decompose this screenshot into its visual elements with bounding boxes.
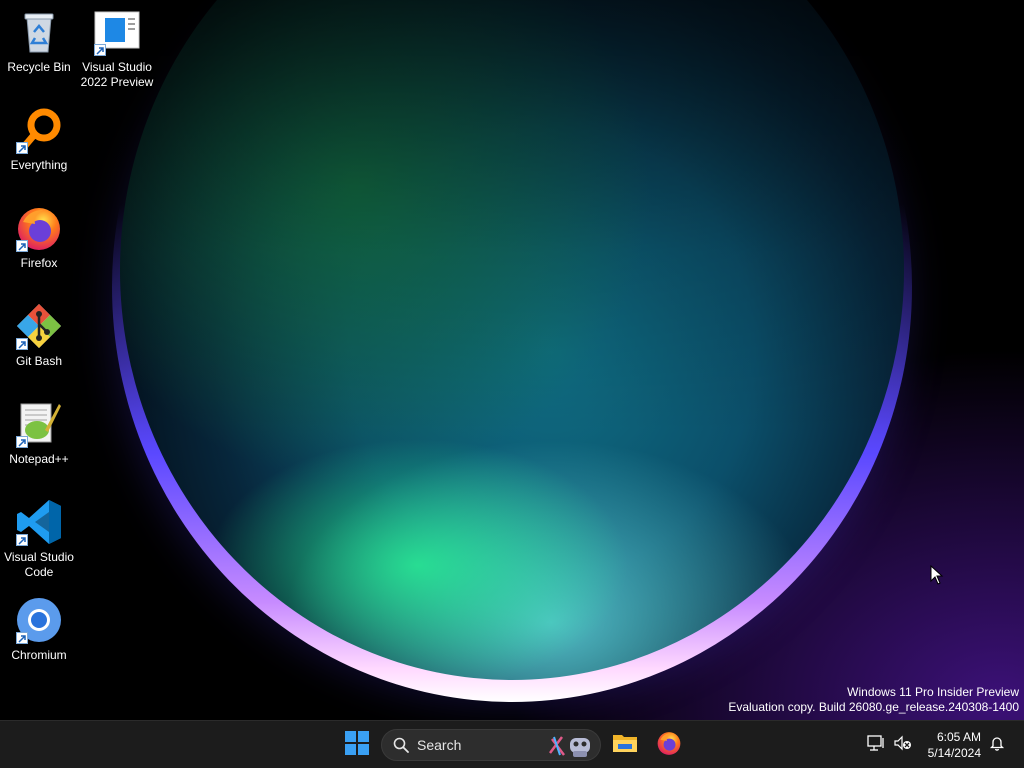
- desktop-icon-visual-studio-code[interactable]: Visual Studio Code: [1, 498, 77, 580]
- wallpaper-shade: [0, 0, 1024, 720]
- shortcut-arrow-icon: [16, 240, 28, 252]
- bell-icon: [989, 735, 1005, 756]
- taskbar-clock[interactable]: 6:05 AM 5/14/2024: [928, 729, 981, 761]
- desktop-icon-visual-studio-2022-preview[interactable]: Visual Studio 2022 Preview: [79, 8, 155, 90]
- firefox-icon: [656, 730, 682, 761]
- notepad-plus-plus-icon: [15, 400, 63, 448]
- taskbar: Search 6:05 AM 5/14/2024: [0, 720, 1024, 768]
- search-icon: [393, 737, 409, 753]
- mouse-pointer-icon: [930, 564, 944, 590]
- desktop-icon-label: Firefox: [20, 256, 58, 270]
- clock-time: 6:05 AM: [936, 730, 981, 744]
- everything-search-icon: [15, 106, 63, 154]
- shortcut-arrow-icon: [16, 534, 28, 546]
- desktop-icon-label: Visual Studio Code: [4, 550, 74, 579]
- visual-studio-icon: [93, 8, 141, 56]
- desktop-icon-git-bash[interactable]: Git Bash: [1, 302, 77, 369]
- volume-muted-icon: [894, 735, 912, 756]
- desktop-icon-label: Recycle Bin: [7, 60, 71, 74]
- desktop-wallpaper[interactable]: [0, 0, 1024, 720]
- search-placeholder: Search: [417, 737, 462, 753]
- vscode-icon: [15, 498, 63, 546]
- shortcut-arrow-icon: [16, 142, 28, 154]
- desktop-icon-label: Git Bash: [15, 354, 63, 368]
- recycle-bin-icon: [15, 8, 63, 56]
- desktop-icon-chromium[interactable]: Chromium: [1, 596, 77, 663]
- git-bash-icon: [15, 302, 63, 350]
- windows-start-icon: [345, 730, 369, 760]
- taskbar-file-explorer[interactable]: [606, 727, 644, 763]
- desktop-icon-firefox[interactable]: Firefox: [1, 204, 77, 271]
- shortcut-arrow-icon: [16, 436, 28, 448]
- watermark-line-1: Windows 11 Pro Insider Preview: [847, 685, 1019, 699]
- start-button[interactable]: [338, 727, 376, 763]
- shortcut-arrow-icon: [16, 338, 28, 350]
- taskbar-firefox[interactable]: [650, 727, 688, 763]
- search-highlight-icon: [546, 733, 594, 759]
- desktop-icon-label: Visual Studio 2022 Preview: [80, 60, 154, 89]
- network-ethernet-icon: [867, 734, 885, 756]
- taskbar-volume-button[interactable]: [890, 727, 916, 763]
- firefox-icon: [15, 204, 63, 252]
- desktop-icon-label: Notepad++: [9, 452, 69, 466]
- file-explorer-icon: [612, 732, 638, 759]
- shortcut-arrow-icon: [16, 632, 28, 644]
- desktop-icon-everything[interactable]: Everything: [1, 106, 77, 173]
- desktop-icon-notepad-plus-plus[interactable]: Notepad++: [1, 400, 77, 467]
- taskbar-network-button[interactable]: [862, 727, 890, 763]
- desktop-icon-label: Everything: [10, 158, 68, 172]
- desktop-icon-recycle-bin[interactable]: Recycle Bin: [1, 8, 77, 75]
- desktop-icon-label: Chromium: [11, 648, 67, 662]
- watermark-line-2: Evaluation copy. Build 26080.ge_release.…: [728, 700, 1019, 714]
- clock-date: 5/14/2024: [927, 746, 981, 760]
- chromium-icon: [15, 596, 63, 644]
- shortcut-arrow-icon: [94, 44, 106, 56]
- notification-center-button[interactable]: [984, 727, 1010, 763]
- taskbar-search-box[interactable]: Search: [381, 729, 601, 761]
- evaluation-watermark: Windows 11 Pro Insider Preview Evaluatio…: [728, 685, 1019, 715]
